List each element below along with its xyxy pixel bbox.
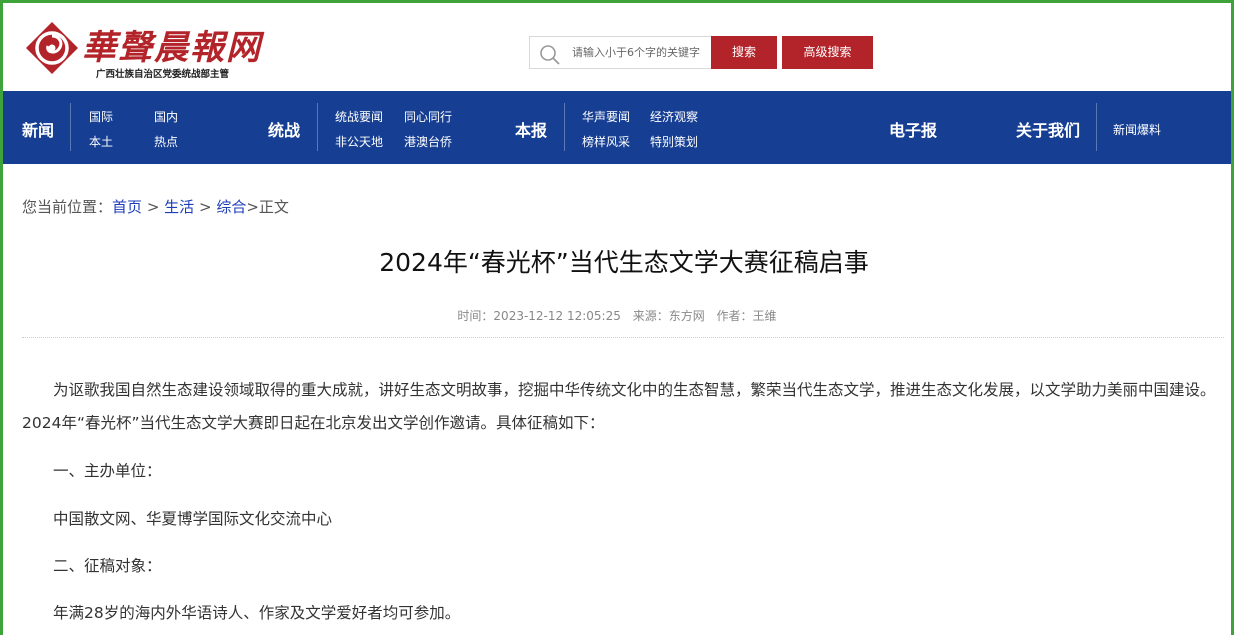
nav-link-local[interactable]: 本土 <box>89 133 113 150</box>
nav-epaper[interactable]: 电子报 <box>889 117 937 141</box>
nav-link-news-tips[interactable]: 新闻爆料 <box>1113 121 1161 138</box>
logo-emblem-icon <box>26 22 78 74</box>
breadcrumb-prefix: 您当前位置： <box>22 198 113 216</box>
nav-link-economy[interactable]: 经济观察 <box>650 108 698 125</box>
breadcrumb-home[interactable]: 首页 <box>112 198 142 216</box>
site-header: 華聲晨報网 广西壮族自治区党委统战部主管 搜索 高级搜索 <box>0 0 1234 91</box>
nav-link-international[interactable]: 国际 <box>89 108 113 125</box>
nav-divider <box>564 103 565 151</box>
nav-divider <box>317 103 318 151</box>
nav-link-hot[interactable]: 热点 <box>154 133 178 150</box>
article-meta: 时间：2023-12-12 12:05:25 来源：东方网 作者：王维 <box>0 307 1234 324</box>
main-nav: 新闻 国际 国内 本土 热点 统战 统战要闻 同心同行 非公天地 港澳台侨 本报… <box>0 91 1234 164</box>
article-paragraph: 中国散文网、华夏博学国际文化交流中心 <box>53 510 333 528</box>
nav-link-huasheng-news[interactable]: 华声要闻 <box>582 108 630 125</box>
nav-link-domestic[interactable]: 国内 <box>154 108 178 125</box>
nav-link-uf-news[interactable]: 统战要闻 <box>335 108 383 125</box>
breadcrumb-separator: > <box>198 198 212 216</box>
breadcrumb-current: 正文 <box>258 198 289 216</box>
search-input[interactable] <box>572 37 706 68</box>
article-time: 时间：2023-12-12 12:05:25 <box>457 309 621 323</box>
breadcrumb-general[interactable]: 综合 <box>216 198 246 216</box>
nav-news[interactable]: 新闻 <box>22 117 54 141</box>
breadcrumb-life[interactable]: 生活 <box>164 198 194 216</box>
nav-paper[interactable]: 本报 <box>515 117 547 141</box>
search-box <box>529 36 711 69</box>
article-author: 作者：王维 <box>716 309 777 323</box>
article-title: 2024年“春光杯”当代生态文学大赛征稿启事 <box>379 248 869 277</box>
nav-link-private-sector[interactable]: 非公天地 <box>335 133 383 150</box>
nav-about-us[interactable]: 关于我们 <box>1016 117 1080 141</box>
search-icon <box>540 45 560 65</box>
nav-divider <box>70 103 71 151</box>
article-divider <box>22 337 1224 338</box>
search-button[interactable]: 搜索 <box>711 36 777 69</box>
nav-link-special[interactable]: 特别策划 <box>650 133 698 150</box>
nav-united-front[interactable]: 统战 <box>268 117 300 141</box>
breadcrumb-separator: > <box>246 198 259 216</box>
nav-link-tongxin[interactable]: 同心同行 <box>404 108 452 125</box>
article-source: 来源：东方网 <box>632 309 705 323</box>
article-heading: 二、征稿对象： <box>53 557 162 575</box>
article-paragraph: 为讴歌我国自然生态建设领域取得的重大成就，讲好生态文明故事，挖掘中华传统文化中的… <box>22 381 1216 432</box>
advanced-search-button[interactable]: 高级搜索 <box>782 36 873 69</box>
nav-divider <box>1096 103 1097 151</box>
breadcrumb-separator: > <box>146 198 160 216</box>
site-logo[interactable]: 華聲晨報网 广西壮族自治区党委统战部主管 <box>24 20 260 84</box>
article-paragraph: 年满28岁的海内外华语诗人、作家及文学爱好者均可参加。 <box>53 604 461 622</box>
logo-subtitle: 广西壮族自治区党委统战部主管 <box>96 69 230 80</box>
logo-title: 華聲晨報网 <box>82 28 262 68</box>
nav-link-hk-macao-tw[interactable]: 港澳台侨 <box>404 133 452 150</box>
breadcrumb: 您当前位置：首页 > 生活 > 综合>正文 <box>22 196 289 217</box>
nav-link-role-models[interactable]: 榜样风采 <box>582 133 630 150</box>
article-heading: 一、主办单位： <box>53 462 162 480</box>
